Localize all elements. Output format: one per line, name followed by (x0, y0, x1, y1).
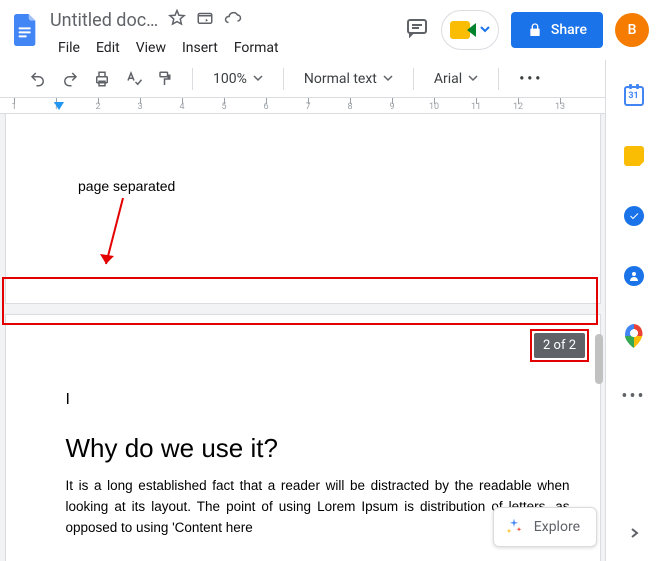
scrollbar-thumb[interactable] (595, 334, 603, 384)
page-gap (0, 304, 605, 314)
document-title[interactable]: Untitled doc... (50, 10, 160, 31)
toolbar: 100% Normal text Arial ••• (0, 60, 661, 98)
explore-label: Explore (534, 519, 580, 535)
title-block: Untitled doc... File Edit View Insert Fo… (50, 8, 287, 60)
document-heading[interactable]: Why do we use it? (66, 433, 570, 464)
keep-addon-button[interactable] (622, 144, 646, 168)
font-family-value: Arial (434, 71, 462, 87)
contacts-addon-button[interactable] (622, 264, 646, 288)
page-indicator-badge: 2 of 2 (534, 333, 585, 358)
contacts-icon (624, 266, 644, 286)
lock-icon (527, 22, 543, 38)
indent-marker[interactable] (54, 102, 64, 110)
tasks-addon-button[interactable] (622, 204, 646, 228)
app-header: Untitled doc... File Edit View Insert Fo… (0, 0, 661, 60)
text-cursor: I (66, 391, 570, 409)
keep-icon (624, 146, 644, 166)
docs-logo[interactable] (8, 12, 44, 48)
font-family-dropdown[interactable]: Arial (426, 65, 486, 93)
menu-format[interactable]: Format (226, 36, 287, 60)
paint-format-button[interactable] (152, 65, 180, 93)
tasks-icon (624, 206, 644, 226)
explore-button[interactable]: Explore (493, 507, 597, 547)
calendar-addon-button[interactable]: 31 (622, 84, 646, 108)
spellcheck-button[interactable] (120, 65, 148, 93)
menu-bar: File Edit View Insert Format (50, 32, 287, 60)
meet-button[interactable] (441, 10, 499, 50)
undo-button[interactable] (24, 65, 52, 93)
calendar-icon: 31 (624, 86, 644, 106)
maps-icon (625, 324, 643, 348)
redo-button[interactable] (56, 65, 84, 93)
menu-insert[interactable]: Insert (174, 36, 226, 60)
paragraph-style-value: Normal text (304, 71, 377, 87)
paragraph-style-dropdown[interactable]: Normal text (296, 65, 401, 93)
zoom-value: 100% (213, 71, 247, 87)
meet-icon (450, 20, 476, 40)
share-label: Share (551, 22, 587, 38)
menu-edit[interactable]: Edit (88, 36, 128, 60)
annotation-arrow-icon (88, 198, 128, 278)
addons-more-button[interactable]: ••• (622, 384, 646, 408)
toolbar-more-button[interactable]: ••• (511, 65, 551, 93)
caret-down-icon (253, 71, 263, 87)
caret-down-icon (480, 22, 490, 38)
hide-side-panel-button[interactable] (620, 519, 648, 547)
annotation-label: page separated (78, 178, 175, 194)
menu-file[interactable]: File (50, 36, 88, 60)
caret-down-icon (468, 71, 478, 87)
zoom-dropdown[interactable]: 100% (205, 65, 271, 93)
print-button[interactable] (88, 65, 116, 93)
caret-down-icon (383, 71, 393, 87)
annotation-page-indicator-box: 2 of 2 (530, 329, 589, 362)
share-button[interactable]: Share (511, 12, 603, 48)
star-icon[interactable] (168, 9, 186, 31)
vertical-scrollbar[interactable] (593, 114, 605, 561)
maps-addon-button[interactable] (622, 324, 646, 348)
document-canvas[interactable]: I Why do we use it? It is a long establi… (0, 114, 605, 561)
menu-view[interactable]: View (128, 36, 174, 60)
comments-icon[interactable] (405, 16, 429, 44)
side-panel: 31 ••• (605, 60, 661, 561)
horizontal-ruler[interactable]: 112345678910111213 (0, 98, 661, 114)
cloud-status-icon[interactable] (224, 9, 242, 31)
explore-icon (504, 517, 524, 537)
account-avatar[interactable]: B (615, 13, 649, 47)
move-icon[interactable] (196, 9, 214, 31)
